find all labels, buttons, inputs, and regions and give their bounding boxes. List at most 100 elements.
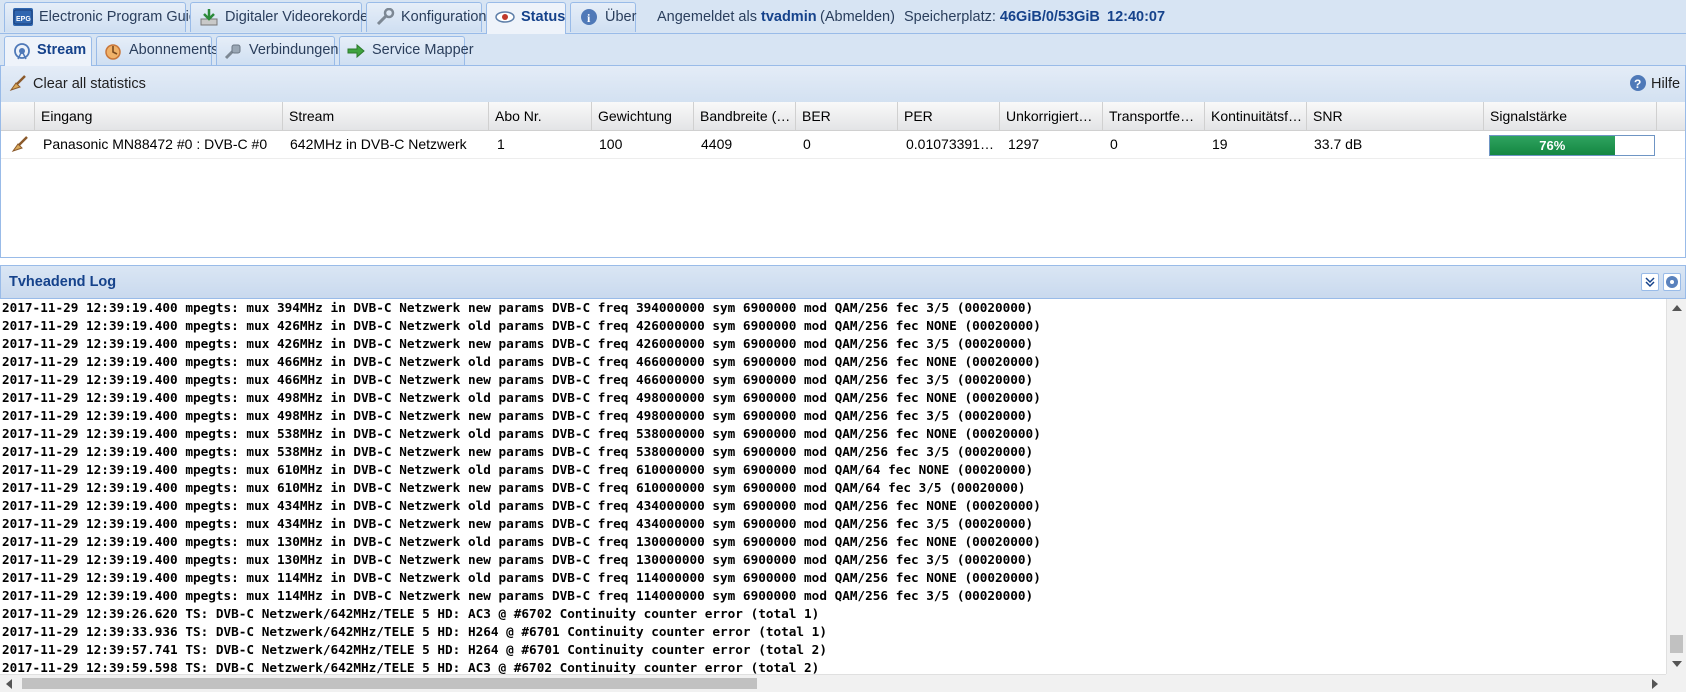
- col-header-gewichtung[interactable]: Gewichtung: [592, 102, 694, 130]
- signal-strength-fill: 76%: [1490, 136, 1615, 155]
- arrow-right-icon: [346, 42, 366, 60]
- cell-ber: 0: [803, 136, 811, 152]
- scroll-right-arrow[interactable]: [1652, 679, 1658, 689]
- col-header-abo[interactable]: Abo Nr.: [489, 102, 592, 130]
- log-line: 2017-11-29 12:39:19.400 mpegts: mux 114M…: [2, 570, 1041, 585]
- log-line: 2017-11-29 12:39:19.400 mpegts: mux 394M…: [2, 300, 1034, 315]
- storage-info: Speicherplatz: 46GiB/0/53GiB: [904, 0, 1100, 34]
- cell-eingang: Panasonic MN88472 #0 : DVB-C #0: [43, 136, 268, 152]
- username: tvadmin: [760, 9, 817, 25]
- subtab-stream-label: Stream: [37, 42, 87, 58]
- cell-snr: 33.7 dB: [1314, 136, 1363, 152]
- help-label: Hilfe: [1651, 76, 1681, 92]
- col-header-bandbreite[interactable]: Bandbreite (…: [694, 102, 796, 130]
- scrollbar-corner: [1666, 674, 1686, 692]
- log-line: 2017-11-29 12:39:19.400 mpegts: mux 538M…: [2, 444, 1034, 459]
- subtab-connections-label: Verbindungen: [249, 42, 339, 58]
- tab-dvr[interactable]: Digitaler Videorekorder: [190, 2, 373, 32]
- logout-link[interactable]: (Abmelden): [820, 0, 895, 34]
- tab-status[interactable]: Status: [486, 2, 566, 34]
- cell-per: 0.01073391…: [906, 136, 994, 152]
- tab-epg[interactable]: EPG Electronic Program Guide: [4, 2, 205, 32]
- scroll-up-arrow[interactable]: [1672, 305, 1682, 311]
- log-line: 2017-11-29 12:39:19.400 mpegts: mux 426M…: [2, 318, 1041, 333]
- tab-config-label: Konfiguration: [401, 9, 487, 25]
- logged-in-label: Angemeldet als: [657, 9, 757, 25]
- log-line: 2017-11-29 12:39:33.936 TS: DVB-C Netzwe…: [2, 624, 827, 639]
- subtab-connections[interactable]: Verbindungen: [216, 36, 339, 65]
- log-line: 2017-11-29 12:39:19.400 mpegts: mux 426M…: [2, 336, 1034, 351]
- antenna-icon: [12, 42, 32, 60]
- log-line: 2017-11-29 12:39:19.400 mpegts: mux 114M…: [2, 588, 1034, 603]
- info-icon: i: [579, 8, 599, 26]
- wrench-icon: [375, 7, 395, 26]
- log-line: 2017-11-29 12:39:19.400 mpegts: mux 130M…: [2, 534, 1041, 549]
- col-header-unkorrigiert[interactable]: Unkorrigiert…: [1000, 102, 1103, 130]
- status-subtab-bar: Stream Abonnements Verbindungen Service …: [0, 34, 1686, 67]
- log-line: 2017-11-29 12:39:19.400 mpegts: mux 466M…: [2, 354, 1041, 369]
- scroll-thumb-horizontal[interactable]: [22, 678, 757, 689]
- cell-bandbreite: 4409: [701, 136, 733, 152]
- help-icon: ?: [1630, 75, 1646, 91]
- cell-unkorrigiert: 1297: [1008, 136, 1040, 152]
- cell-kontinuitaet: 19: [1212, 136, 1228, 152]
- scroll-left-arrow[interactable]: [6, 679, 12, 689]
- tab-dvr-label: Digitaler Videorekorder: [225, 9, 374, 25]
- col-header-icon: [1, 102, 35, 130]
- help-button[interactable]: ? Hilfe: [1629, 66, 1680, 102]
- log-line: 2017-11-29 12:39:19.400 mpegts: mux 466M…: [2, 372, 1034, 387]
- cell-transport: 0: [1110, 136, 1118, 152]
- col-header-snr[interactable]: SNR: [1307, 102, 1484, 130]
- col-header-ber[interactable]: BER: [796, 102, 898, 130]
- log-title: Tvheadend Log: [9, 274, 117, 290]
- signal-strength-bar: 76%: [1489, 135, 1655, 156]
- tab-status-label: Status: [521, 9, 566, 25]
- col-header-stream[interactable]: Stream: [283, 102, 489, 130]
- stream-toolbar: Clear all statistics ? Hilfe: [0, 66, 1686, 102]
- log-line: 2017-11-29 12:39:19.400 mpegts: mux 434M…: [2, 516, 1034, 531]
- subtab-subscriptions[interactable]: Abonnements: [96, 36, 218, 65]
- storage-value: 46GiB/0/53GiB: [999, 9, 1100, 25]
- tab-config[interactable]: Konfiguration: [366, 2, 486, 32]
- tab-about-label: Über: [605, 9, 637, 25]
- collapse-icon[interactable]: [1641, 273, 1659, 291]
- log-line: 2017-11-29 12:39:26.620 TS: DVB-C Netzwe…: [2, 606, 820, 621]
- tab-about[interactable]: i Über: [570, 2, 636, 32]
- table-row[interactable]: Panasonic MN88472 #0 : DVB-C #0 642MHz i…: [1, 130, 1685, 159]
- col-header-signal[interactable]: Signalstärke: [1484, 102, 1657, 130]
- svg-text:?: ?: [1634, 77, 1641, 91]
- subscription-icon: [103, 42, 123, 60]
- log-line: 2017-11-29 12:39:19.400 mpegts: mux 538M…: [2, 426, 1041, 441]
- download-icon: [199, 8, 219, 26]
- clear-statistics-label: Clear all statistics: [33, 76, 146, 92]
- log-panel-header: Tvheadend Log: [0, 265, 1686, 299]
- settings-icon[interactable]: [1663, 273, 1681, 291]
- scroll-thumb[interactable]: [1670, 635, 1683, 653]
- subtab-service-mapper[interactable]: Service Mapper: [339, 36, 474, 65]
- log-horizontal-scrollbar[interactable]: [0, 674, 1666, 692]
- plug-icon: [223, 42, 243, 60]
- svg-text:EPG: EPG: [16, 16, 31, 23]
- log-line: 2017-11-29 12:39:19.400 mpegts: mux 610M…: [2, 480, 1026, 495]
- cell-abo: 1: [497, 136, 505, 152]
- tab-epg-label: Electronic Program Guide: [39, 9, 206, 25]
- log-line: 2017-11-29 12:39:19.400 mpegts: mux 434M…: [2, 498, 1041, 513]
- cell-gewichtung: 100: [599, 136, 623, 152]
- log-line: 2017-11-29 12:39:19.400 mpegts: mux 498M…: [2, 390, 1041, 405]
- clear-statistics-button[interactable]: Clear all statistics: [9, 66, 146, 102]
- log-line: 2017-11-29 12:39:19.400 mpegts: mux 610M…: [2, 462, 1034, 477]
- col-header-kontinuitaet[interactable]: Kontinuitätsf…: [1205, 102, 1307, 130]
- grid-header: Eingang Stream Abo Nr. Gewichtung Bandbr…: [1, 102, 1685, 131]
- login-info: Angemeldet als tvadmin: [657, 0, 817, 34]
- scroll-down-arrow[interactable]: [1672, 661, 1682, 667]
- col-header-transport[interactable]: Transportfe…: [1103, 102, 1205, 130]
- log-output: 2017-11-29 12:39:19.400 mpegts: mux 394M…: [0, 299, 1666, 674]
- col-header-eingang[interactable]: Eingang: [35, 102, 283, 130]
- log-vertical-scrollbar[interactable]: [1666, 299, 1686, 674]
- epg-icon: EPG: [13, 8, 33, 26]
- subtab-subscriptions-label: Abonnements: [129, 42, 219, 58]
- subtab-stream[interactable]: Stream: [4, 36, 92, 67]
- col-header-per[interactable]: PER: [898, 102, 1000, 130]
- broom-icon[interactable]: [5, 130, 33, 158]
- storage-label: Speicherplatz:: [904, 9, 996, 25]
